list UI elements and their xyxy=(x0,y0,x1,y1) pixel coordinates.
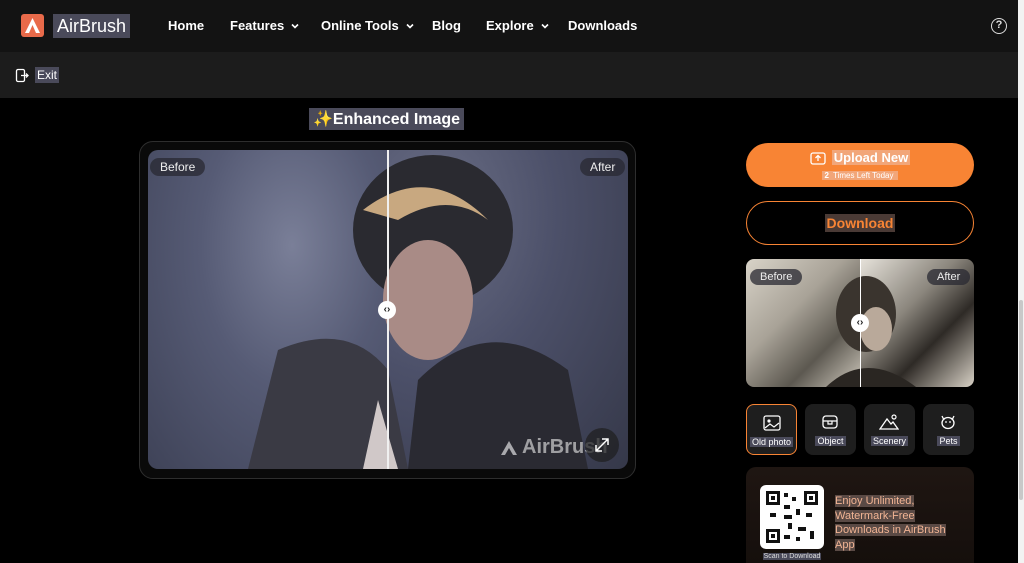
brand-name[interactable]: AirBrush xyxy=(53,14,131,38)
slider-handle-icon[interactable]: ‹› xyxy=(378,301,396,319)
promo-text: Enjoy Unlimited, Watermark-Free Download… xyxy=(835,495,946,551)
category-scenery[interactable]: Scenery xyxy=(864,404,915,455)
upload-label: Upload New xyxy=(831,150,911,165)
upload-quota-text: 2 Times Left Today xyxy=(746,171,974,180)
exit-icon xyxy=(15,68,29,82)
nav-online-tools[interactable]: Online Tools xyxy=(321,18,415,33)
chevron-down-icon xyxy=(291,23,299,29)
question-circle-icon[interactable]: ? xyxy=(991,18,1007,34)
before-label: Before xyxy=(150,158,206,176)
airbrush-watermark-icon xyxy=(501,440,517,455)
airbrush-logo-icon[interactable] xyxy=(21,14,44,37)
nav-features[interactable]: Features xyxy=(230,18,300,33)
category-object[interactable]: Object xyxy=(805,404,856,455)
qr-code-icon xyxy=(760,485,824,549)
preview-slider-handle-icon: ‹› xyxy=(851,314,869,332)
chevron-down-icon xyxy=(406,23,414,29)
preview-after-label: After xyxy=(927,269,971,285)
nav-downloads[interactable]: Downloads xyxy=(568,18,637,33)
old-photo-icon xyxy=(763,415,781,431)
nav-home[interactable]: Home xyxy=(168,18,204,33)
scrollbar-thumb[interactable] xyxy=(1019,300,1023,500)
page-title: ✨Enhanced Image xyxy=(309,108,465,130)
pets-icon xyxy=(941,415,955,430)
exit-label: Exit xyxy=(35,67,60,83)
after-label: After xyxy=(580,158,626,176)
chevron-down-icon xyxy=(541,23,549,29)
preview-before-label: Before xyxy=(750,269,803,285)
download-label: Download xyxy=(824,214,896,232)
expand-button[interactable] xyxy=(585,428,619,462)
scenery-icon xyxy=(879,414,899,430)
expand-icon xyxy=(595,438,609,452)
download-button[interactable]: Download xyxy=(746,201,974,245)
qr-caption: Scan to Download xyxy=(762,553,822,560)
category-pets[interactable]: Pets xyxy=(923,404,974,455)
category-old-photo[interactable]: Old photo xyxy=(746,404,797,455)
object-icon xyxy=(822,415,838,429)
nav-blog[interactable]: Blog xyxy=(432,18,461,33)
nav-explore[interactable]: Explore xyxy=(486,18,550,33)
sub-toolbar xyxy=(0,52,1018,98)
upload-new-button[interactable]: Upload New 2 Times Left Today xyxy=(746,143,974,187)
exit-button[interactable]: Exit xyxy=(15,67,60,83)
upload-icon xyxy=(810,151,826,165)
